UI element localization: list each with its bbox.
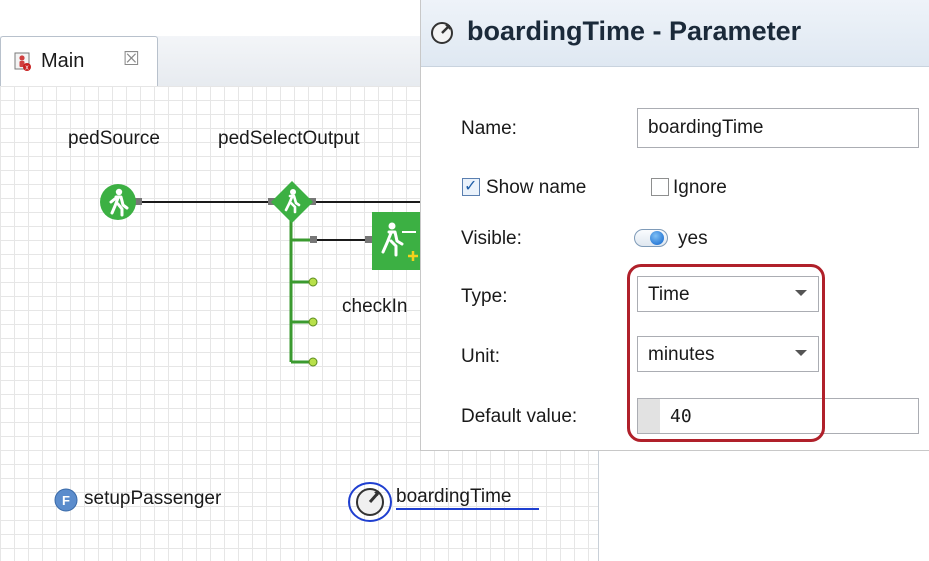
ped-source-label: pedSource <box>68 128 160 149</box>
parameter-icon <box>431 22 453 44</box>
pedestrian-select-output-icon[interactable] <box>270 180 314 224</box>
ignore-label: Ignore <box>673 177 727 198</box>
properties-header: boardingTime - Parameter <box>421 0 929 67</box>
svg-text:F: F <box>62 493 70 508</box>
name-field[interactable]: boardingTime <box>637 108 919 148</box>
function-label: setupPassenger <box>84 488 222 509</box>
default-value-label: Default value: <box>461 406 578 427</box>
show-name-checkbox[interactable]: ✓ <box>462 178 480 196</box>
unit-label: Unit: <box>461 346 501 367</box>
pedestrian-service-icon[interactable] <box>372 212 420 270</box>
properties-title: boardingTime - Parameter <box>467 16 802 46</box>
visible-toggle[interactable] <box>634 229 668 247</box>
type-label: Type: <box>461 286 508 307</box>
parameter-icon[interactable] <box>348 480 396 524</box>
visible-label: Visible: <box>461 228 522 249</box>
toggle-knob-icon <box>650 231 664 245</box>
ped-select-output-label: pedSelectOutput <box>218 128 360 149</box>
function-icon[interactable]: F <box>54 488 78 512</box>
pedestrian-source-icon[interactable] <box>98 182 138 222</box>
name-label: Name: <box>461 118 517 139</box>
show-name-label: Show name <box>486 177 587 198</box>
check-in-label: checkIn <box>342 296 408 317</box>
visible-value: yes <box>678 228 708 249</box>
name-value: boardingTime <box>648 117 764 138</box>
parameter-label[interactable]: boardingTime <box>396 486 540 510</box>
type-unit-highlight <box>627 264 825 442</box>
ignore-checkbox[interactable] <box>651 178 669 196</box>
check-icon: ✓ <box>464 178 478 195</box>
